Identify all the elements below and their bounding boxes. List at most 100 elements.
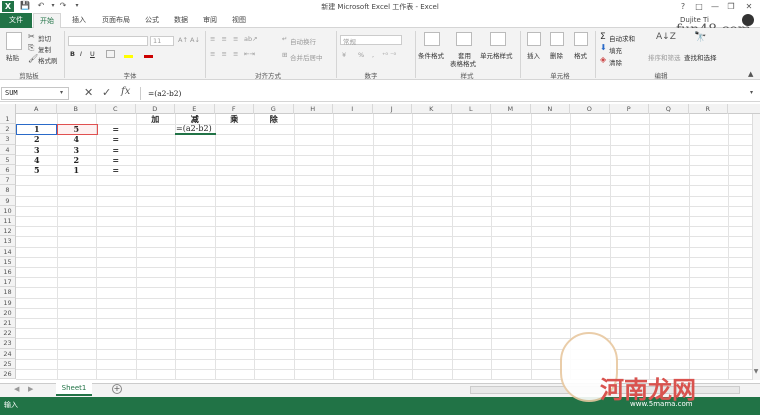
orientation-icon[interactable]: ab↗ [244,35,258,43]
conditional-format-button[interactable]: 条件格式 [418,50,444,60]
format-table-button-line2[interactable]: 表格格式 [450,58,476,68]
row-header-10[interactable]: 10 [0,205,16,216]
row-header-2[interactable]: 2 [0,124,16,135]
column-header-n[interactable]: N [531,104,570,114]
bold-button[interactable]: B [70,50,75,58]
column-header-o[interactable]: O [570,104,610,114]
row-header-9[interactable]: 9 [0,195,16,206]
paste-button[interactable]: 粘贴 [6,52,19,62]
currency-icon[interactable]: ¥ [342,51,346,59]
cell-a4[interactable]: 3 [17,145,57,155]
fill-color-icon[interactable] [124,50,133,58]
tab-file[interactable]: 文件 [0,13,32,28]
vertical-scrollbar[interactable] [752,114,760,380]
wrap-text-button[interactable]: 自动换行 [290,36,316,46]
column-header-h[interactable]: H [294,104,333,114]
cell-styles-icon[interactable] [490,32,506,46]
row-header-16[interactable]: 16 [0,267,16,278]
fill-button[interactable]: 填充 [609,45,622,55]
cell-b6[interactable]: 1 [57,165,97,175]
column-header-q[interactable]: Q [649,104,689,114]
column-header-k[interactable]: K [412,104,452,114]
format-cells-icon[interactable] [574,32,588,46]
column-header-m[interactable]: M [491,104,531,114]
row-header-25[interactable]: 25 [0,358,16,369]
tab-review[interactable]: 审阅 [197,13,223,28]
column-header-p[interactable]: P [610,104,649,114]
selection-b2[interactable] [57,124,98,135]
decimal-icons[interactable]: ⁺⁰ ⁻⁰ [382,51,396,59]
cell-b4[interactable]: 3 [57,145,97,155]
column-header-b[interactable]: B [57,104,96,114]
cancel-icon[interactable]: ✕ [84,86,93,99]
font-size-select[interactable]: 11 [150,36,174,46]
ribbon-display-options-icon[interactable]: □ [692,1,706,12]
add-sheet-button[interactable]: + [112,384,122,394]
scroll-down-icon[interactable]: ▼ [752,368,760,378]
shrink-font-icon[interactable]: A↓ [190,36,200,44]
paste-icon[interactable] [6,32,22,50]
tab-formulas[interactable]: 公式 [139,13,165,28]
row-header-15[interactable]: 15 [0,256,16,267]
cell-styles-button[interactable]: 单元格样式 [480,50,513,60]
align-top-icons[interactable]: ≡ ≡ ≡ [210,35,240,43]
comma-button[interactable]: , [372,51,374,59]
number-format-select[interactable]: 常规 [340,35,402,46]
cell-c6[interactable]: = [96,165,136,175]
select-all-button[interactable] [0,104,16,114]
cell-b3[interactable]: 4 [57,134,97,144]
avatar[interactable] [742,14,754,26]
cell-c3[interactable]: = [96,134,136,144]
row-header-14[interactable]: 14 [0,246,16,257]
row-header-22[interactable]: 22 [0,328,16,339]
cell-e1[interactable]: 减 [175,114,215,124]
collapse-ribbon-icon[interactable]: ▲ [748,70,753,78]
merge-center-button[interactable]: 合并后居中 [290,52,323,62]
row-header-18[interactable]: 18 [0,287,16,298]
row-header-19[interactable]: 19 [0,297,16,308]
row-header-1[interactable]: 1 [0,114,16,125]
column-header-g[interactable]: G [254,104,294,114]
sort-filter-button[interactable]: 排序和筛选 [648,52,681,62]
underline-button[interactable]: U [90,50,95,58]
minimize-icon[interactable]: — [708,1,722,12]
row-header-7[interactable]: 7 [0,175,16,186]
row-header-5[interactable]: 5 [0,154,16,165]
column-header-i[interactable]: I [333,104,373,114]
column-header-c[interactable]: C [96,104,136,114]
format-painter-button[interactable]: 格式刷 [38,55,58,65]
sheet-tab-sheet1[interactable]: Sheet1 [56,383,92,396]
column-header-j[interactable]: J [373,104,412,114]
row-header-26[interactable]: 26 [0,369,16,380]
indent-icon[interactable]: ⇤⇥ [244,50,255,58]
cell-c4[interactable]: = [96,145,136,155]
cell-a5[interactable]: 4 [17,155,57,165]
autosum-button[interactable]: 自动求和 [609,33,635,43]
cut-button[interactable]: 剪切 [38,33,51,43]
grow-font-icon[interactable]: A↑ [178,36,188,44]
column-header-a[interactable]: A [17,104,57,114]
name-box-dropdown-icon[interactable]: ▾ [60,89,63,96]
cell-g1[interactable]: 除 [254,114,294,124]
restore-icon[interactable]: ❐ [724,1,738,12]
column-header-e[interactable]: E [175,104,215,114]
tab-insert[interactable]: 插入 [66,13,92,28]
font-name-select[interactable] [68,36,148,46]
row-header-20[interactable]: 20 [0,307,16,318]
row-header-11[interactable]: 11 [0,216,16,227]
column-header-r[interactable]: R [689,104,728,114]
sheet-next-icon[interactable]: ▶ [28,385,33,393]
row-header-17[interactable]: 17 [0,277,16,288]
row-header-23[interactable]: 23 [0,338,16,349]
cell-d1[interactable]: 加 [136,114,176,124]
close-icon[interactable]: ✕ [742,1,756,12]
format-table-icon[interactable] [456,32,472,46]
sheet-prev-icon[interactable]: ◀ [14,385,19,393]
name-box[interactable]: SUM [1,87,69,100]
row-header-12[interactable]: 12 [0,226,16,237]
row-header-24[interactable]: 24 [0,348,16,359]
align-left-icons[interactable]: ≡ ≡ ≡ [210,50,240,58]
cell-c2[interactable]: = [96,124,136,134]
active-cell-e2[interactable] [175,124,216,135]
formula-input[interactable]: =(a2-b2) [146,87,758,100]
